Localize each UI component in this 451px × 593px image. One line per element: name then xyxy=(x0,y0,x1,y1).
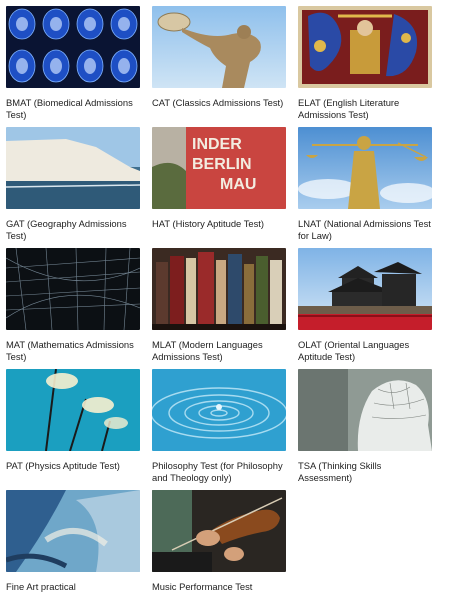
test-label: MLAT (Modern Languages Admissions Test) xyxy=(152,339,263,362)
admissions-tests-grid: BMAT (Biomedical Admissions Test) CAT (C… xyxy=(0,0,451,593)
brain-scan-image[interactable] xyxy=(6,6,140,88)
test-tile-hat[interactable]: INDER BERLIN MAU HAT (History Aptitude T… xyxy=(152,127,288,230)
phrenology-head-image[interactable] xyxy=(298,369,432,451)
test-tile-mlat[interactable]: MLAT (Modern Languages Admissions Test) xyxy=(152,248,288,362)
test-tile-lnat[interactable]: LNAT (National Admissions Test for Law) xyxy=(298,127,434,241)
berlin-wall-graffiti-image[interactable]: INDER BERLIN MAU xyxy=(152,127,286,209)
wireframe-grid-image[interactable] xyxy=(6,248,140,330)
test-tile-gat[interactable]: GAT (Geography Admissions Test) xyxy=(6,127,142,241)
white-cliffs-image[interactable] xyxy=(6,127,140,209)
test-label: HAT (History Aptitude Test) xyxy=(152,218,265,229)
lady-justice-image[interactable] xyxy=(298,127,432,209)
light-bulbs-image[interactable] xyxy=(6,369,140,451)
test-label: MAT (Mathematics Admissions Test) xyxy=(6,339,134,362)
test-label: Music Performance Test xyxy=(152,581,253,592)
abstract-painting-image[interactable] xyxy=(6,490,140,572)
test-label: PAT (Physics Aptitude Test) xyxy=(6,460,120,471)
test-tile-elat[interactable]: ELAT (English Literature Admissions Test… xyxy=(298,6,434,120)
test-tile-bmat[interactable]: BMAT (Biomedical Admissions Test) xyxy=(6,6,142,120)
svg-text:BERLIN: BERLIN xyxy=(192,156,252,173)
test-label: LNAT (National Admissions Test for Law) xyxy=(298,218,431,241)
test-tile-olat[interactable]: OLAT (Oriental Languages Aptitude Test) xyxy=(298,248,434,362)
test-label: TSA (Thinking Skills Assessment) xyxy=(298,460,382,483)
test-label: OLAT (Oriental Languages Aptitude Test) xyxy=(298,339,410,362)
discobolus-statue-image[interactable] xyxy=(152,6,286,88)
test-label: GAT (Geography Admissions Test) xyxy=(6,218,127,241)
violin-player-image[interactable] xyxy=(152,490,286,572)
books-shelf-image[interactable] xyxy=(152,248,286,330)
test-tile-tsa[interactable]: TSA (Thinking Skills Assessment) xyxy=(298,369,434,483)
water-ripple-image[interactable] xyxy=(152,369,286,451)
test-label: Philosophy Test (for Philosophy and Theo… xyxy=(152,460,283,483)
test-tile-fineart[interactable]: Fine Art practical xyxy=(6,490,142,593)
test-label: CAT (Classics Admissions Test) xyxy=(152,97,284,108)
svg-text:MAU: MAU xyxy=(220,176,256,193)
test-tile-mat[interactable]: MAT (Mathematics Admissions Test) xyxy=(6,248,142,362)
svg-text:INDER: INDER xyxy=(192,136,242,153)
test-label: Fine Art practical xyxy=(6,581,76,592)
illuminated-manuscript-image[interactable] xyxy=(298,6,432,88)
test-tile-music[interactable]: Music Performance Test xyxy=(152,490,288,593)
test-label: BMAT (Biomedical Admissions Test) xyxy=(6,97,133,120)
test-label: ELAT (English Literature Admissions Test… xyxy=(298,97,400,120)
test-tile-pat[interactable]: PAT (Physics Aptitude Test) xyxy=(6,369,142,472)
japanese-castle-image[interactable] xyxy=(298,248,432,330)
test-tile-cat[interactable]: CAT (Classics Admissions Test) xyxy=(152,6,288,109)
test-tile-philosophy[interactable]: Philosophy Test (for Philosophy and Theo… xyxy=(152,369,288,483)
